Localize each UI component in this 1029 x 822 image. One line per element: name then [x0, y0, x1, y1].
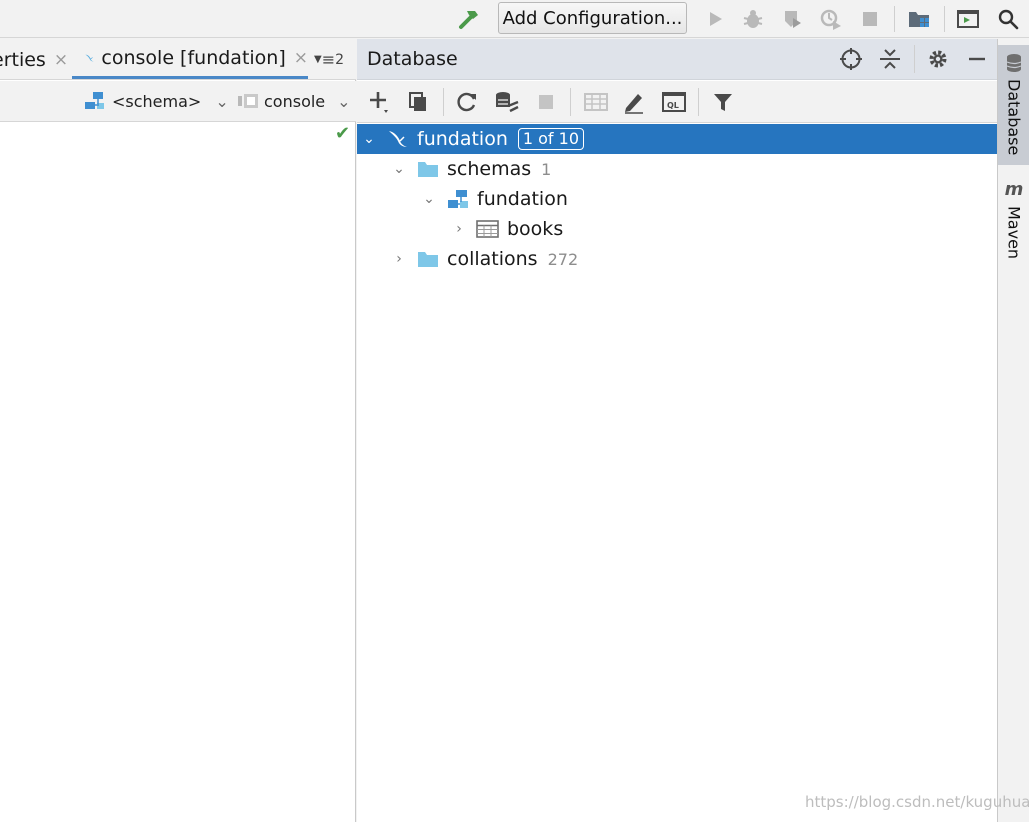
watermark: https://blog.csdn.net/kuguhuan [805, 793, 1029, 811]
tree-node-table-books[interactable]: › books [357, 214, 997, 244]
schema-selector[interactable]: <schema> ⌄ [84, 89, 229, 113]
close-icon[interactable]: × [54, 50, 68, 70]
tree-node-count: 1 [541, 159, 552, 179]
tree-node-datasource[interactable]: ⌄ fundation 1 of 10 [357, 124, 997, 154]
locate-icon[interactable] [838, 46, 864, 72]
coverage-icon[interactable] [779, 6, 805, 32]
search-icon[interactable] [995, 6, 1021, 32]
panel-title: Database [367, 48, 458, 70]
toolbar-divider [944, 6, 945, 32]
checkmark-icon: ✔ [335, 123, 351, 144]
database-icon [1006, 54, 1022, 72]
mysql-dolphin-icon [85, 54, 94, 61]
maven-icon: m [1004, 179, 1024, 200]
tree-node-schema-fundation[interactable]: ⌄ fundation [357, 184, 997, 214]
tree-node-collations[interactable]: › collations 272 [357, 244, 997, 274]
toolbar-divider [698, 88, 699, 116]
side-tab-maven[interactable]: m Maven [998, 179, 1029, 289]
tab-overflow-button[interactable]: ▼ ≡ 2 [314, 39, 354, 79]
svg-text:QL: QL [667, 101, 679, 110]
ide-window: Add Configuration... ert [0, 0, 1029, 822]
tab-overflow-count: 2 [335, 51, 345, 68]
main-toolbar: Add Configuration... [0, 0, 1029, 38]
close-icon[interactable]: × [294, 48, 308, 68]
toolbar-divider [443, 88, 444, 116]
schema-count-badge[interactable]: 1 of 10 [517, 128, 585, 150]
settings-icon[interactable] [925, 46, 951, 72]
mysql-dolphin-icon [385, 128, 411, 150]
sql-editor[interactable]: ✔ [0, 123, 355, 822]
session-selector[interactable]: console ⌄ [237, 89, 351, 113]
list-icon: ≡ [321, 50, 336, 69]
editor-pane: erties × console [fundation] × ▼ ≡ 2 <sc… [0, 39, 356, 822]
editor-tab-strip: erties × console [fundation] × ▼ ≡ 2 [0, 39, 356, 80]
schema-selector-label: <schema> [112, 91, 202, 111]
stop-icon[interactable] [857, 6, 883, 32]
folder-icon [415, 248, 441, 270]
database-toolbar: QL [357, 81, 997, 123]
chevron-down-icon[interactable]: ⌄ [421, 191, 437, 207]
tree-node-label: fundation [477, 188, 568, 210]
add-icon[interactable] [367, 89, 393, 115]
stop-icon[interactable] [533, 89, 559, 115]
chevron-down-icon: ⌄ [215, 91, 229, 111]
minimize-icon[interactable] [964, 46, 990, 72]
refresh-icon[interactable] [454, 89, 480, 115]
collapse-all-icon[interactable] [877, 46, 903, 72]
tab-label: erties [0, 48, 46, 71]
toolbar-divider [914, 45, 915, 73]
right-tool-strip: Database m Maven [997, 39, 1029, 822]
side-tab-label: Database [1004, 79, 1024, 156]
database-tool-window: Database QL ⌄ fundation 1 of 10 ⌄ schema… [357, 39, 997, 822]
hammer-icon[interactable] [456, 6, 482, 32]
tab-console-fundation[interactable]: console [fundation] × [72, 39, 308, 79]
folder-icon [415, 158, 441, 180]
database-tree: ⌄ fundation 1 of 10 ⌄ schemas 1 ⌄ fundat… [357, 124, 997, 274]
editor-toolbar: <schema> ⌄ console ⌄ [0, 81, 356, 122]
toolbar-divider [570, 88, 571, 116]
chevron-down-icon: ▼ [314, 54, 322, 65]
console-icon [238, 94, 258, 108]
filter-icon[interactable] [710, 89, 736, 115]
schema-icon [85, 92, 104, 109]
tree-node-count: 272 [547, 249, 579, 269]
tree-node-label: schemas [447, 158, 532, 180]
table-icon [475, 218, 501, 240]
edit-icon[interactable] [621, 89, 647, 115]
debug-icon[interactable] [740, 6, 766, 32]
toolbar-divider [894, 6, 895, 32]
table-icon[interactable] [583, 89, 609, 115]
session-selector-label: console [264, 91, 326, 111]
tab-properties[interactable]: erties × [0, 39, 70, 79]
schema-icon [445, 188, 471, 210]
run-icon[interactable] [702, 6, 728, 32]
chevron-right-icon[interactable]: › [451, 221, 467, 237]
chevron-down-icon: ⌄ [337, 91, 351, 111]
tab-label: console [fundation] [101, 46, 286, 69]
tree-node-label: fundation [417, 128, 508, 150]
side-tab-label: Maven [1004, 206, 1024, 260]
side-tab-database[interactable]: Database [998, 45, 1029, 165]
add-configuration-button[interactable]: Add Configuration... [498, 2, 687, 34]
chevron-down-icon[interactable]: ⌄ [391, 161, 407, 177]
tree-node-label: books [507, 218, 564, 240]
chevron-right-icon[interactable]: › [391, 251, 407, 267]
schema-sync-icon[interactable] [494, 89, 520, 115]
chevron-down-icon[interactable]: ⌄ [361, 131, 377, 147]
duplicate-icon[interactable] [405, 89, 431, 115]
sql-console-icon[interactable]: QL [661, 89, 687, 115]
database-header: Database [357, 39, 997, 80]
tree-node-label: collations [447, 248, 538, 270]
run-anything-icon[interactable] [955, 6, 981, 32]
project-structure-icon[interactable] [906, 6, 932, 32]
tree-node-schemas[interactable]: ⌄ schemas 1 [357, 154, 997, 184]
profile-icon[interactable] [818, 6, 844, 32]
